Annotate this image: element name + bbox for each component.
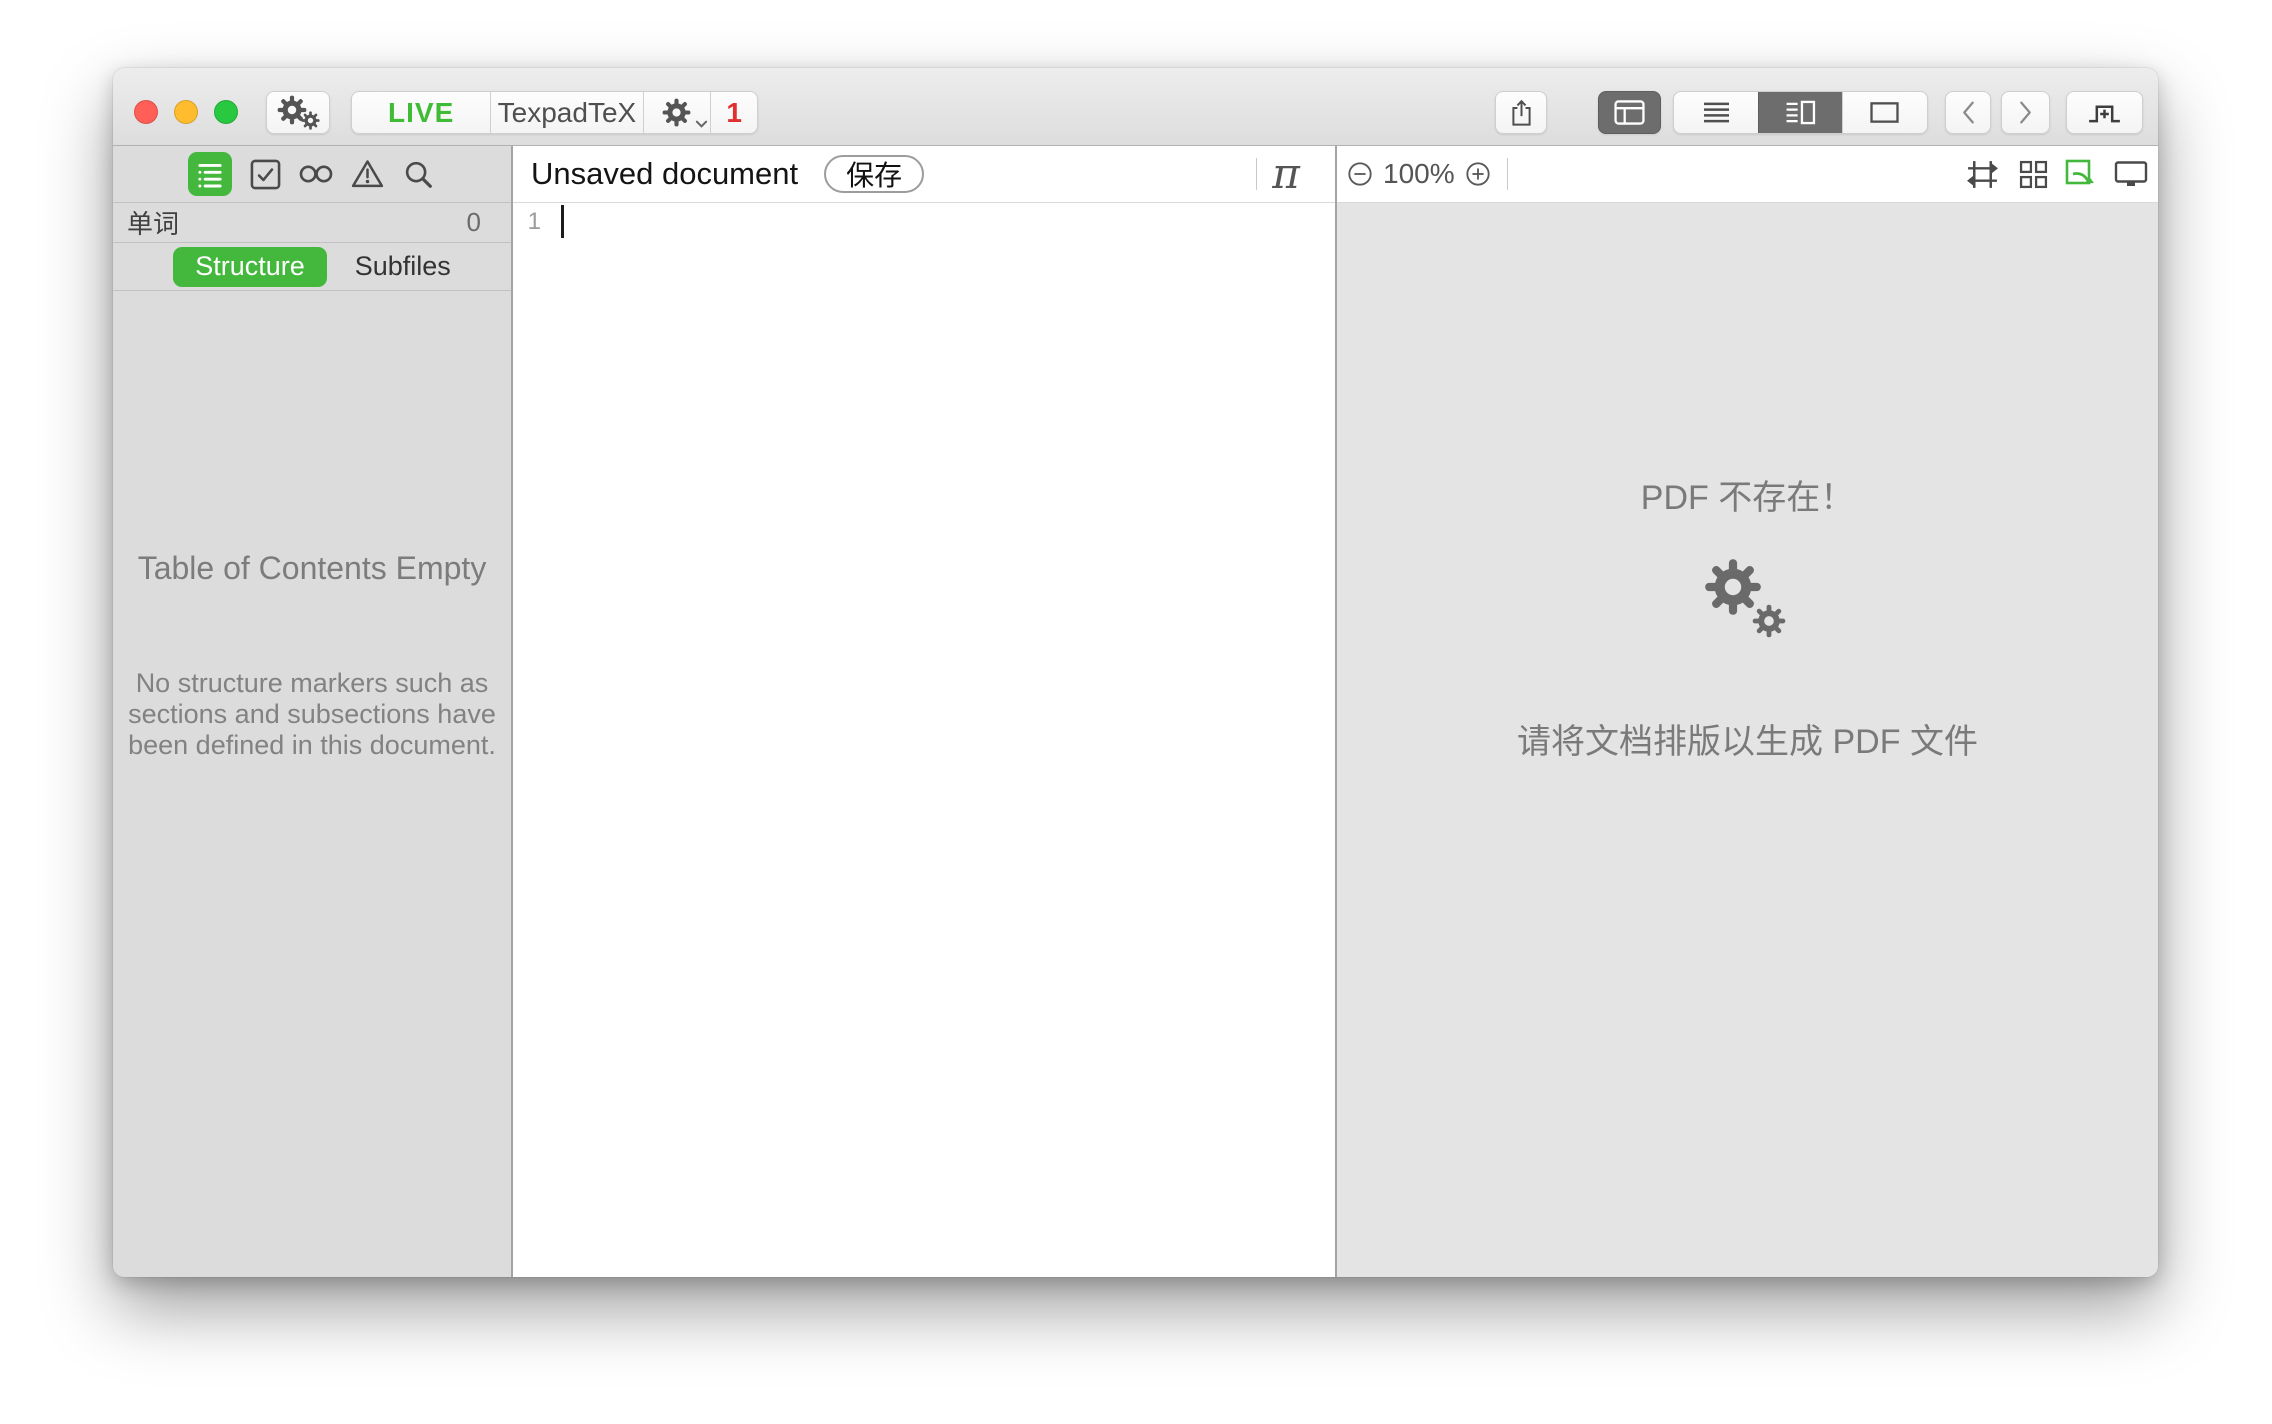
- infinity-icon: [298, 164, 334, 184]
- grid-icon: [2019, 160, 2048, 189]
- fullscreen-button[interactable]: [214, 100, 238, 124]
- page-thumbnails-button[interactable]: [2019, 160, 2048, 189]
- checkbox-icon: [250, 159, 281, 190]
- save-button[interactable]: 保存: [824, 155, 924, 193]
- minimize-button[interactable]: [174, 100, 198, 124]
- sidebar-toggle-button[interactable]: [1598, 91, 1661, 134]
- zoom-out-button[interactable]: [1345, 159, 1375, 189]
- warning-triangle-icon: [351, 159, 384, 189]
- live-loop-button[interactable]: [298, 152, 334, 196]
- engine-segment[interactable]: TexpadTeX: [490, 92, 642, 133]
- sync-arrows-icon: [1963, 158, 2002, 191]
- gears-icon: [277, 93, 319, 133]
- plus-circle-icon: [1465, 161, 1491, 187]
- gears-icon: [1704, 558, 1792, 644]
- share-icon: [1508, 98, 1535, 127]
- warnings-button[interactable]: [349, 152, 385, 196]
- save-button-label: 保存: [846, 154, 902, 194]
- search-button[interactable]: [400, 152, 436, 196]
- tab-structure[interactable]: Structure: [173, 247, 327, 287]
- main-area: 单词 0 Structure Subfiles Table of Content…: [113, 146, 2158, 1277]
- live-typeset-segment[interactable]: LIVE: [352, 92, 490, 133]
- sidebar-icon-bar: [113, 146, 511, 203]
- pdf-header-divider: [1507, 158, 1508, 190]
- editor-only-segment[interactable]: [1674, 92, 1758, 133]
- word-count-value: 0: [467, 207, 481, 238]
- error-count-badge: 1: [726, 97, 742, 129]
- back-button[interactable]: [1945, 91, 1991, 134]
- split-view-icon: [1785, 100, 1816, 125]
- toc-list-icon: [191, 155, 229, 193]
- minus-circle-icon: [1347, 161, 1373, 187]
- insert-typeset-block-button[interactable]: [2066, 91, 2143, 134]
- toc-empty-title: Table of Contents Empty: [113, 550, 511, 587]
- sync-scroll-button[interactable]: [1963, 158, 2002, 191]
- display-icon: [2114, 160, 2148, 188]
- pdf-tools: [1963, 158, 2148, 191]
- typeset-settings-button[interactable]: [266, 91, 330, 134]
- pdf-pane: 100%: [1337, 146, 2158, 1277]
- editor-pane: Unsaved document 保存 π 1: [513, 146, 1337, 1277]
- share-button[interactable]: [1495, 91, 1547, 134]
- editor-text-area[interactable]: 1: [513, 203, 1335, 1277]
- chevron-down-icon: [695, 120, 708, 128]
- typeset-plus-icon: [2087, 100, 2122, 125]
- editor-lines-icon: [1702, 100, 1731, 125]
- pdf-missing-hint: 请将文档排版以生成 PDF 文件: [1337, 714, 2158, 763]
- follow-arrow-icon: [2065, 159, 2097, 189]
- line-number: 1: [513, 208, 541, 236]
- live-label: LIVE: [388, 97, 454, 129]
- word-count-label: 单词: [127, 204, 179, 241]
- chevron-right-icon: [2018, 100, 2033, 125]
- gear-icon: [662, 98, 691, 127]
- engine-settings-segment[interactable]: [643, 92, 711, 133]
- texpad-window: LIVE TexpadTeX 1: [113, 68, 2158, 1277]
- document-title: Unsaved document: [531, 156, 798, 192]
- layout-segmented-control: [1673, 91, 1928, 134]
- search-icon: [403, 159, 433, 189]
- pdf-rectangle-icon: [1869, 100, 1900, 125]
- structure-list-button[interactable]: [188, 152, 232, 196]
- external-display-button[interactable]: [2114, 160, 2148, 188]
- pi-icon: π: [1272, 149, 1300, 198]
- tab-structure-label: Structure: [195, 251, 305, 282]
- pdf-missing-title: PDF 不存在！: [1337, 470, 2158, 519]
- typeset-segmented-control: LIVE TexpadTeX 1: [351, 91, 758, 134]
- zoom-in-button[interactable]: [1463, 159, 1493, 189]
- follow-typeset-button[interactable]: [2065, 159, 2097, 189]
- pdf-header: 100%: [1337, 146, 2158, 203]
- sidebar-tabs: Structure Subfiles: [113, 243, 511, 291]
- sidebar: 单词 0 Structure Subfiles Table of Content…: [113, 146, 513, 1277]
- tab-subfiles-label: Subfiles: [355, 251, 451, 281]
- todo-button[interactable]: [247, 152, 283, 196]
- chevron-left-icon: [1961, 100, 1976, 125]
- text-caret: [561, 205, 564, 238]
- toc-empty-message: No structure markers such as sections an…: [123, 668, 501, 761]
- word-count-row: 单词 0: [113, 203, 511, 243]
- close-button[interactable]: [134, 100, 158, 124]
- split-view-segment[interactable]: [1758, 92, 1841, 133]
- forward-button[interactable]: [2001, 91, 2050, 134]
- editor-header: Unsaved document 保存 π: [513, 146, 1335, 203]
- sidebar-panel-icon: [1614, 100, 1645, 125]
- tab-subfiles[interactable]: Subfiles: [355, 251, 451, 282]
- error-count-segment[interactable]: 1: [710, 92, 757, 133]
- toolbar: LIVE TexpadTeX 1: [113, 68, 2158, 146]
- math-symbols-button[interactable]: π: [1257, 153, 1315, 195]
- pdf-only-segment[interactable]: [1842, 92, 1927, 133]
- engine-label: TexpadTeX: [498, 97, 637, 129]
- zoom-level: 100%: [1383, 158, 1455, 190]
